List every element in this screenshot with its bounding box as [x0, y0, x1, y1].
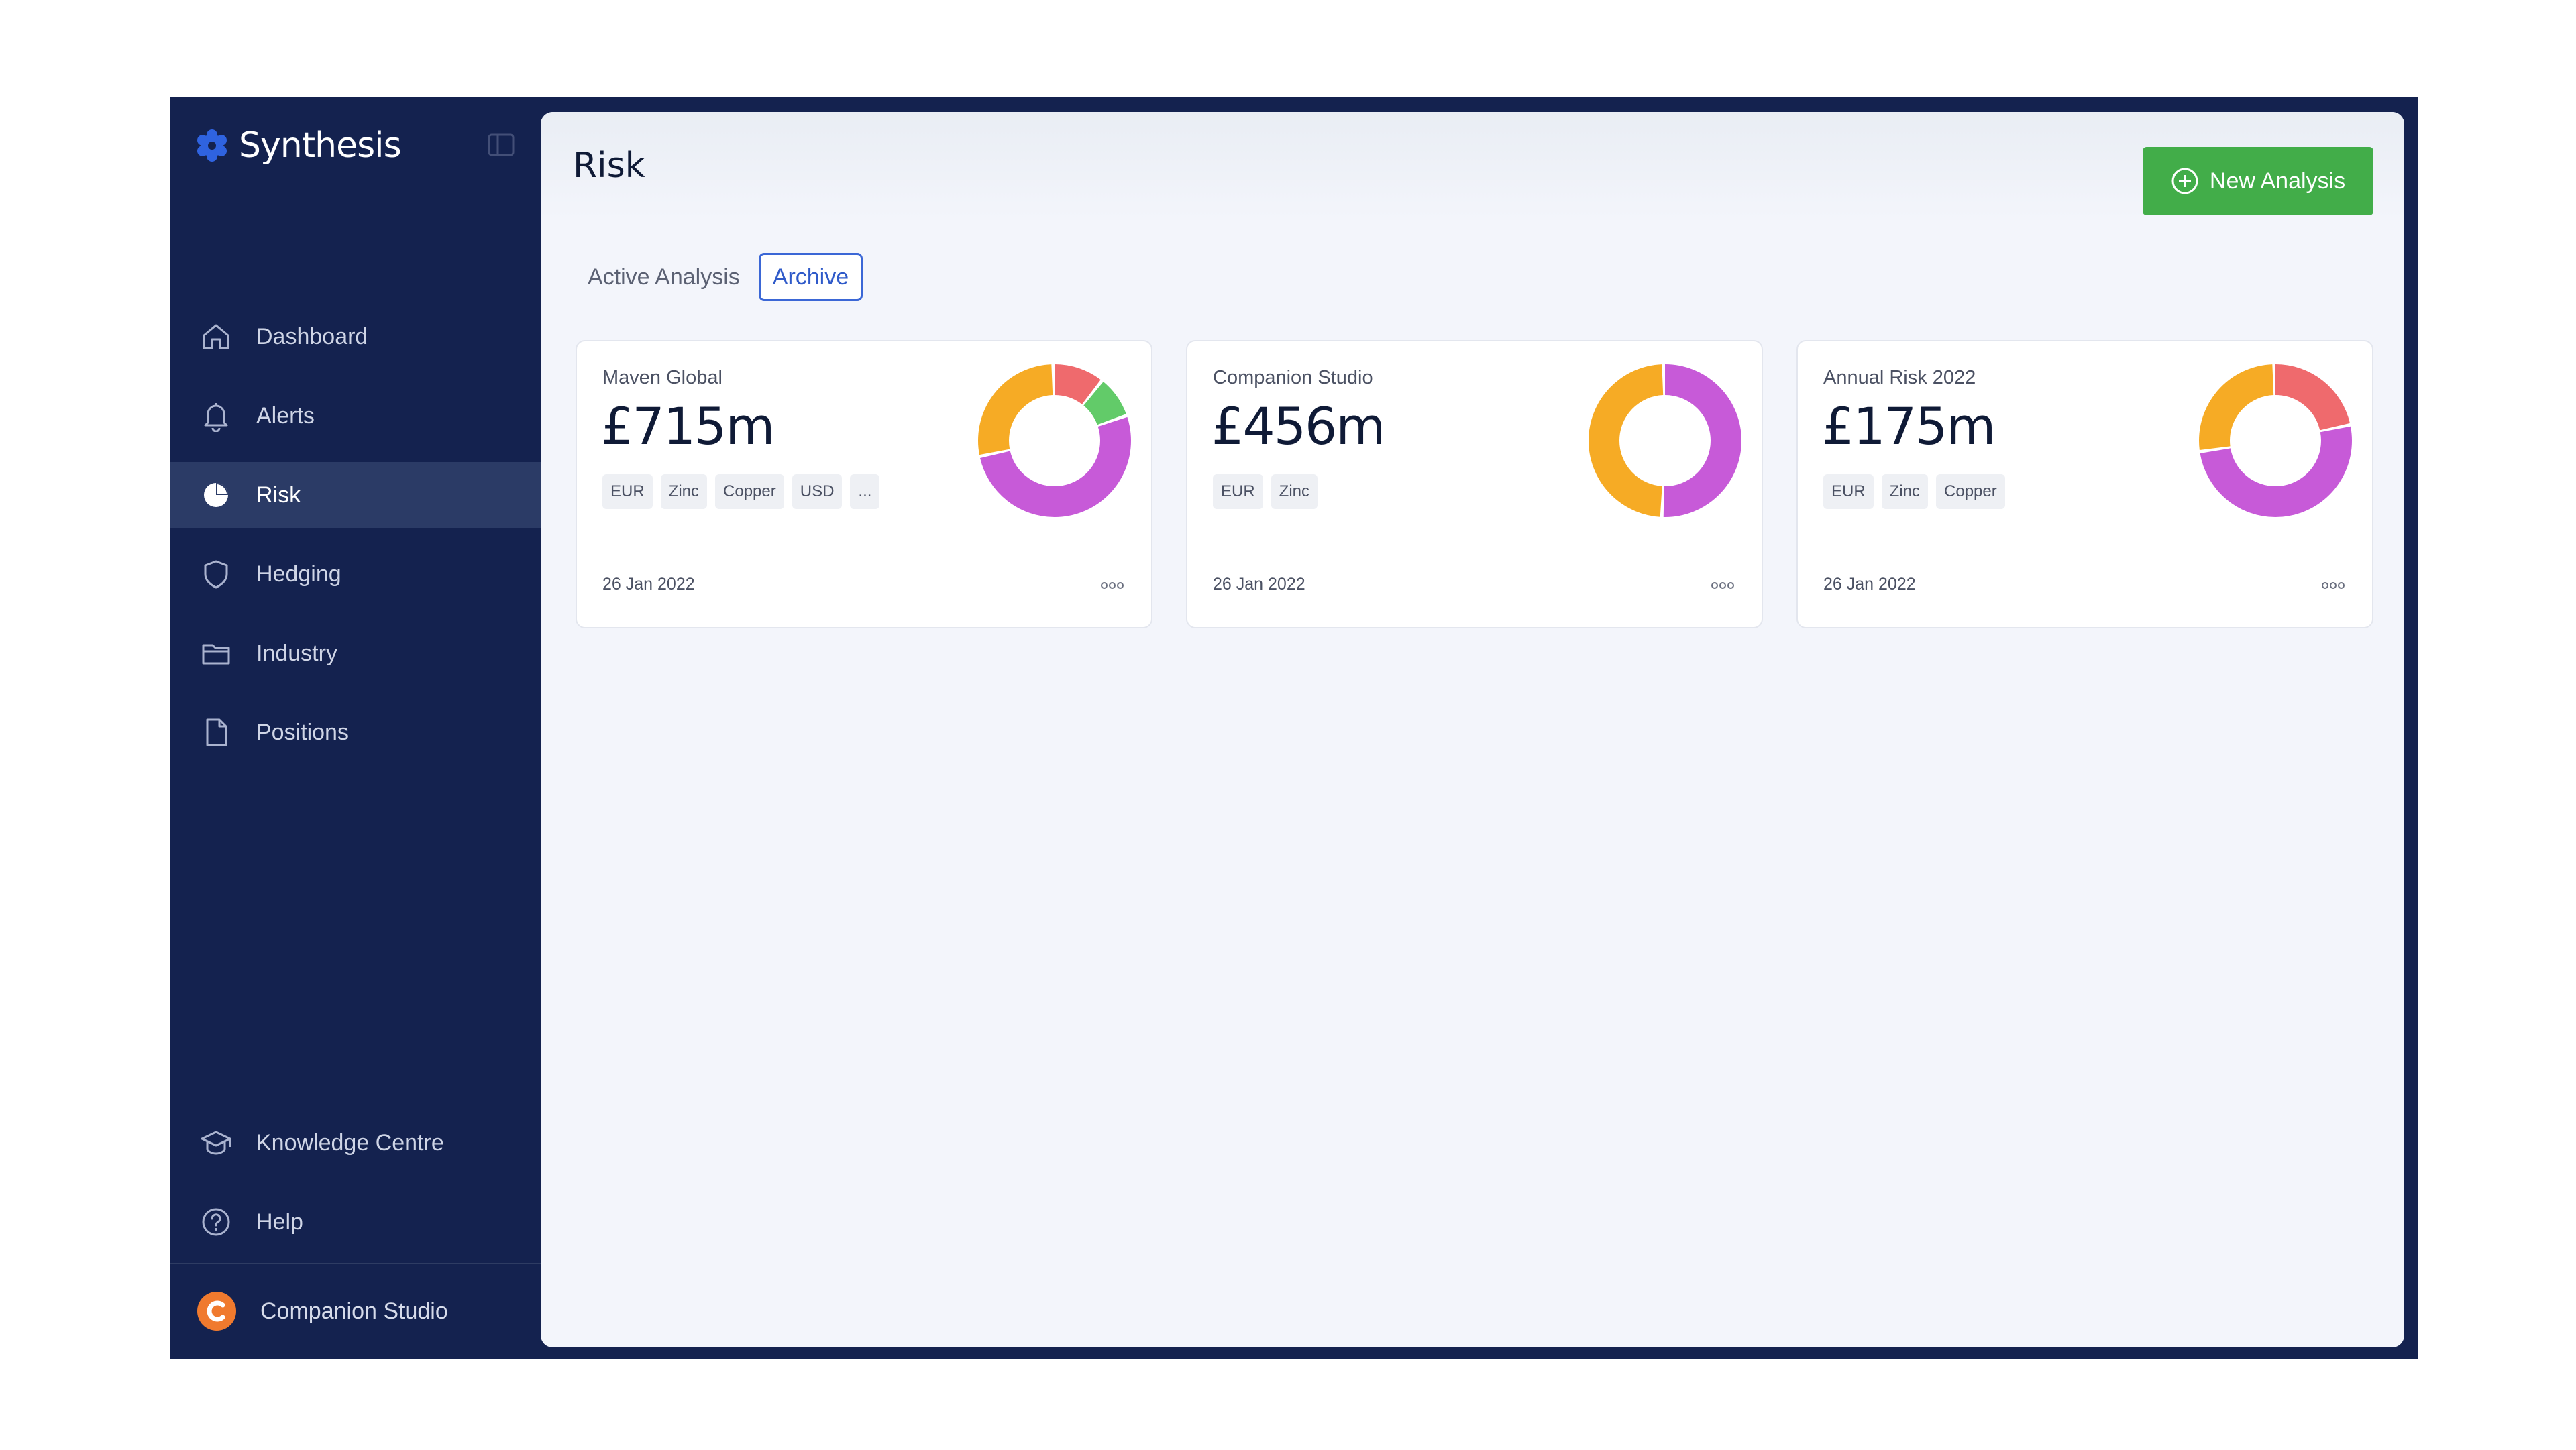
- tag: Zinc: [1271, 474, 1318, 509]
- card-tags: EUR Zinc Copper: [1823, 474, 2013, 509]
- account-switcher[interactable]: Companion Studio: [197, 1290, 448, 1333]
- sidebar-item-label: Alerts: [256, 402, 315, 429]
- tag: Copper: [1936, 474, 2005, 509]
- sidebar-item-dashboard[interactable]: Dashboard: [170, 304, 541, 370]
- card-date: 26 Jan 2022: [602, 575, 695, 594]
- tag: Zinc: [1881, 474, 1929, 509]
- card-name: Annual Risk 2022: [1823, 367, 1976, 388]
- sidebar-item-label: Knowledge Centre: [256, 1129, 444, 1156]
- more-options-icon[interactable]: [2320, 580, 2347, 591]
- analysis-cards: Maven Global £715m EUR Zinc Copper USD .…: [576, 340, 2404, 628]
- collapse-sidebar-icon[interactable]: [486, 129, 517, 160]
- tag: Copper: [715, 474, 784, 509]
- plus-circle-icon: [2171, 168, 2198, 194]
- sidebar-item-hedging[interactable]: Hedging: [170, 541, 541, 607]
- new-analysis-button[interactable]: New Analysis: [2143, 147, 2373, 215]
- account-avatar: [197, 1292, 236, 1331]
- help-circle-icon: [202, 1208, 230, 1236]
- analysis-card[interactable]: Annual Risk 2022 £175m EUR Zinc Copper 2…: [1796, 340, 2373, 628]
- sidebar-item-alerts[interactable]: Alerts: [170, 383, 541, 449]
- sidebar-item-label: Dashboard: [256, 323, 368, 349]
- card-date: 26 Jan 2022: [1213, 575, 1305, 594]
- sidebar-nav: Dashboard Alerts Risk Hedging Industry P…: [170, 304, 541, 779]
- sidebar-item-knowledge-centre[interactable]: Knowledge Centre: [170, 1110, 541, 1176]
- sidebar-item-label: Risk: [256, 482, 301, 508]
- card-amount: £175m: [1822, 396, 1996, 456]
- sidebar-item-risk[interactable]: Risk: [170, 462, 541, 528]
- more-options-icon[interactable]: [1709, 580, 1736, 591]
- page-title: Risk: [573, 146, 645, 186]
- bell-icon: [204, 403, 228, 432]
- sidebar-item-label: Positions: [256, 719, 349, 745]
- app-name: Synthesis: [239, 125, 402, 166]
- new-analysis-label: New Analysis: [2209, 168, 2346, 194]
- pie-chart-icon: [204, 483, 228, 507]
- tag: EUR: [1823, 474, 1874, 509]
- card-amount: £715m: [601, 396, 775, 456]
- risk-donut-chart: [1589, 364, 1741, 517]
- synthesis-logo-icon: [197, 129, 227, 162]
- risk-donut-chart: [978, 364, 1131, 517]
- document-icon: [206, 718, 227, 746]
- graduation-cap-icon: [201, 1131, 231, 1155]
- card-name: Companion Studio: [1213, 367, 1373, 388]
- analysis-card[interactable]: Maven Global £715m EUR Zinc Copper USD .…: [576, 340, 1152, 628]
- app-window: Synthesis Dashboard Alerts Risk Hedging …: [170, 97, 2418, 1359]
- sidebar: Synthesis Dashboard Alerts Risk Hedging …: [170, 97, 541, 1359]
- home-icon: [203, 324, 229, 349]
- more-tags[interactable]: ...: [850, 474, 880, 509]
- tag: EUR: [602, 474, 653, 509]
- sidebar-item-industry[interactable]: Industry: [170, 620, 541, 686]
- account-name: Companion Studio: [260, 1298, 448, 1324]
- card-date: 26 Jan 2022: [1823, 575, 1916, 594]
- tag: USD: [792, 474, 843, 509]
- card-name: Maven Global: [602, 367, 722, 388]
- card-amount: £456m: [1212, 396, 1385, 456]
- sidebar-bottom-nav: Knowledge Centre Help: [170, 1110, 541, 1268]
- sidebar-item-positions[interactable]: Positions: [170, 700, 541, 765]
- page-header: [541, 112, 2404, 219]
- sidebar-item-label: Help: [256, 1209, 303, 1235]
- sidebar-divider: [170, 1263, 541, 1264]
- more-options-icon[interactable]: [1099, 580, 1126, 591]
- tag: EUR: [1213, 474, 1263, 509]
- folder-icon: [202, 644, 230, 665]
- sidebar-item-label: Industry: [256, 640, 337, 666]
- risk-donut-chart: [2199, 364, 2352, 517]
- analysis-card[interactable]: Companion Studio £456m EUR Zinc 26 Jan 2…: [1186, 340, 1763, 628]
- card-tags: EUR Zinc Copper USD ...: [602, 474, 888, 509]
- main-content: Risk New Analysis Active Analysis Archiv…: [541, 112, 2404, 1347]
- shield-icon: [204, 560, 228, 589]
- sidebar-item-help[interactable]: Help: [170, 1189, 541, 1255]
- card-tags: EUR Zinc: [1213, 474, 1326, 509]
- tag: Zinc: [660, 474, 708, 509]
- analysis-tabs: Active Analysis Archive: [588, 253, 881, 301]
- logo[interactable]: Synthesis: [195, 121, 402, 170]
- tab-active-analysis[interactable]: Active Analysis: [588, 255, 740, 299]
- sidebar-item-label: Hedging: [256, 561, 341, 587]
- tab-archive[interactable]: Archive: [758, 253, 863, 301]
